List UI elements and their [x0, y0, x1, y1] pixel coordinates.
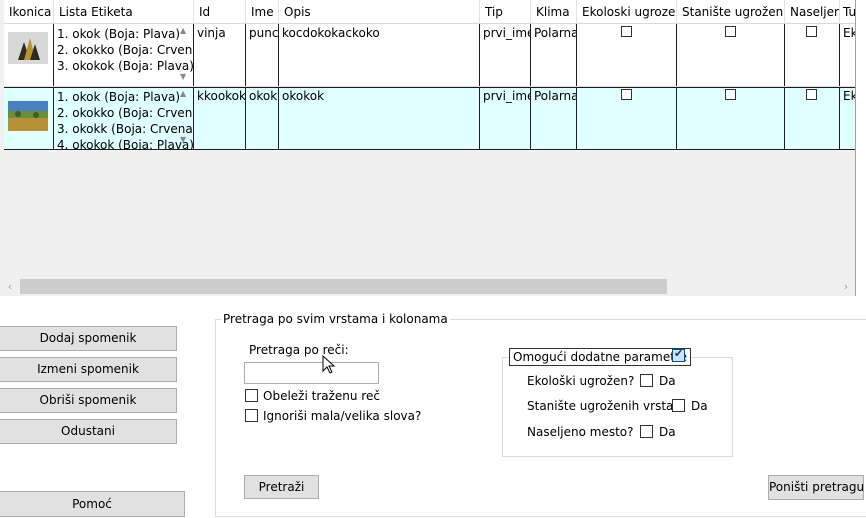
tag-item: 2. okokko (Boja: Crvena	[57, 43, 194, 57]
habitat-checkbox[interactable]	[672, 399, 685, 412]
column-header-ikonica[interactable]: Ikonica	[4, 0, 54, 24]
add-monument-button[interactable]: Dodaj spomenik	[0, 326, 177, 351]
staniste-ugrozenih-cell	[677, 87, 785, 150]
delete-monument-button[interactable]: Obriši spomenik	[0, 388, 177, 413]
column-header-id[interactable]: Id	[194, 0, 246, 24]
column-header-ime[interactable]: Ime	[246, 0, 279, 24]
search-input[interactable]	[244, 362, 379, 384]
column-header-opis[interactable]: Opis	[279, 0, 480, 24]
edit-monument-button[interactable]: Izmeni spomenik	[0, 357, 177, 382]
column-header-tu[interactable]: Tu	[840, 0, 856, 24]
id-cell[interactable]: kkookok	[194, 87, 246, 150]
habitat-da-label: Da	[691, 399, 708, 413]
column-header-lista-etiketa[interactable]: Lista Etiketa	[54, 0, 194, 24]
tag-item: 3. okokk (Boja: Crvena)	[57, 122, 194, 136]
ime-cell[interactable]: okok	[246, 87, 279, 150]
scroll-down-icon[interactable]: ▼	[180, 73, 188, 81]
grid-border	[855, 0, 856, 296]
scrollbar-thumb[interactable]	[20, 279, 667, 294]
scroll-left-icon[interactable]: ‹	[3, 278, 17, 295]
tu-cell[interactable]: Ek	[840, 87, 856, 150]
ekoloski-ugrozen-cell	[577, 24, 677, 86]
reset-search-button[interactable]: Poništi pretragu	[768, 475, 864, 500]
highlight-word-label: Obeleži traženu reč	[263, 389, 380, 403]
landscape-icon	[8, 101, 48, 131]
naseljen-checkbox[interactable]	[806, 26, 817, 37]
staniste-ugrozenih-checkbox[interactable]	[724, 26, 736, 37]
ignore-case-label: Ignoriši mala/velika slova?	[263, 409, 422, 423]
naseljen-cell	[785, 87, 840, 150]
highlight-word-checkbox[interactable]	[245, 389, 258, 402]
tag-item: 1. okok (Boja: Plava)	[57, 27, 181, 41]
scroll-right-icon[interactable]: ›	[839, 278, 853, 295]
naseljen-cell	[785, 24, 840, 86]
search-button[interactable]: Pretraži	[244, 475, 319, 499]
tag-list-cell[interactable]: 1. okok (Boja: Plava) 2. okokko (Boja: C…	[54, 87, 194, 150]
tag-item: 2. okokko (Boja: Crvena	[57, 106, 194, 120]
ekoloski-ugrozen-cell	[577, 87, 677, 150]
staniste-ugrozenih-checkbox[interactable]	[724, 89, 736, 100]
scroll-up-icon[interactable]: ▲	[180, 90, 188, 98]
mouse-cursor-icon	[322, 355, 336, 374]
cancel-button[interactable]: Odustani	[0, 419, 177, 444]
populated-place-label: Naseljeno mesto?	[527, 425, 634, 439]
klima-cell[interactable]: Polarna	[531, 87, 577, 150]
ekoloski-ugrozen-checkbox[interactable]	[620, 89, 632, 100]
populated-place-checkbox[interactable]	[640, 425, 653, 438]
table-row[interactable]: 1. okok (Boja: Plava) 2. okokko (Boja: C…	[4, 24, 856, 87]
ignore-case-checkbox[interactable]	[245, 409, 258, 422]
table-row[interactable]: 1. okok (Boja: Plava) 2. okokko (Boja: C…	[4, 87, 856, 150]
tag-item: 1. okok (Boja: Plava)	[57, 90, 181, 104]
tag-list-cell[interactable]: 1. okok (Boja: Plava) 2. okokko (Boja: C…	[54, 24, 194, 86]
enable-params-label: Omogući dodatne parametre	[509, 348, 691, 366]
tip-cell[interactable]: prvi_ime	[480, 87, 531, 150]
opis-cell[interactable]: kocdokokackoko	[279, 24, 480, 86]
column-header-staniste-ugrozenih[interactable]: Stanište ugroženih	[677, 0, 785, 24]
scroll-down-icon[interactable]: ▼	[180, 136, 188, 144]
populated-place-da-label: Da	[659, 425, 676, 439]
row-icon-cell	[4, 24, 54, 86]
eco-endangered-da-label: Da	[659, 374, 676, 388]
habitat-label: Stanište ugroženih vrsta?	[527, 399, 680, 413]
tag-item: 4. okokok (Boja: Plava)	[57, 138, 194, 150]
ime-cell[interactable]: punc	[246, 24, 279, 86]
tu-cell[interactable]: Ek	[840, 24, 856, 86]
id-cell[interactable]: vinja	[194, 24, 246, 86]
naseljen-checkbox[interactable]	[806, 89, 817, 100]
tag-item: 3. okokok (Boja: Plava)	[57, 59, 194, 73]
klima-cell[interactable]: Polarna	[531, 24, 577, 86]
column-header-tip[interactable]: Tip	[480, 0, 531, 24]
ekoloski-ugrozen-checkbox[interactable]	[620, 26, 632, 37]
search-group-title: Pretraga po svim vrstama i kolonama	[221, 311, 450, 327]
data-grid[interactable]: Ikonica Lista Etiketa Id Ime Opis Tip Kl…	[0, 0, 856, 296]
row-icon-cell	[4, 87, 54, 150]
help-button[interactable]: Pomoć	[0, 491, 185, 517]
eco-endangered-checkbox[interactable]	[640, 374, 653, 387]
opis-cell[interactable]: okokok	[279, 87, 480, 150]
forest-icon	[8, 32, 48, 64]
staniste-ugrozenih-cell	[677, 24, 785, 86]
scroll-up-icon[interactable]: ▲	[180, 27, 188, 35]
column-header-naseljen[interactable]: Naseljen	[785, 0, 840, 24]
column-header-klima[interactable]: Klima	[531, 0, 577, 24]
column-header-ekoloski-ugrozen[interactable]: Ekoloski ugrozen	[577, 0, 677, 24]
eco-endangered-label: Ekološki ugrožen?	[527, 374, 635, 388]
tip-cell[interactable]: prvi_ime	[480, 24, 531, 86]
enable-params-checkbox[interactable]	[672, 347, 685, 362]
